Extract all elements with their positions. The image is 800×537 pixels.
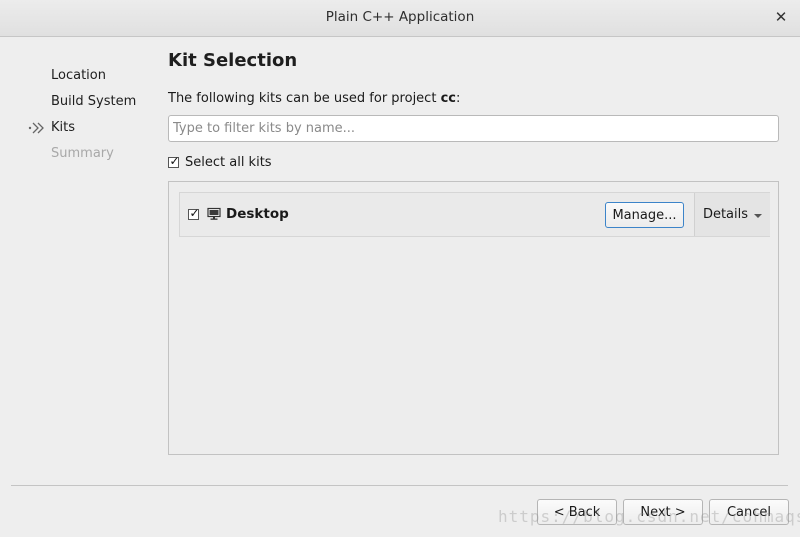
current-step-arrow-icon — [28, 122, 44, 134]
next-button[interactable]: Next > — [623, 499, 703, 525]
kit-checkbox[interactable]: ✓ — [188, 206, 200, 220]
footer-divider — [11, 485, 788, 486]
kit-row-desktop: ✓ Desktop Manage... Details — [179, 192, 770, 237]
project-name: cc — [440, 91, 456, 106]
select-all-label: Select all kits — [185, 154, 272, 170]
manage-button[interactable]: Manage... — [605, 202, 684, 228]
chevron-down-icon — [754, 213, 763, 218]
step-label: Summary — [51, 146, 114, 161]
details-dropdown[interactable]: Details — [694, 193, 770, 236]
description-suffix: : — [455, 91, 461, 106]
step-location: Location — [28, 66, 148, 92]
close-icon[interactable]: ✕ — [774, 9, 788, 25]
step-label: Location — [51, 68, 106, 83]
monitor-icon — [207, 207, 221, 220]
select-all-checkbox[interactable]: ✓ — [168, 153, 180, 168]
checkmark-icon: ✓ — [189, 206, 200, 220]
description-text: The following kits can be used for proje… — [168, 91, 441, 106]
step-label: Kits — [51, 120, 76, 135]
page-title: Kit Selection — [168, 50, 298, 71]
step-build-system: Build System — [28, 92, 148, 118]
kit-name: Desktop — [226, 206, 289, 222]
step-summary: Summary — [28, 144, 148, 170]
window-title: Plain C++ Application — [325, 9, 475, 25]
step-label: Build System — [51, 94, 137, 109]
description: The following kits can be used for proje… — [168, 91, 460, 106]
details-label: Details — [702, 207, 749, 222]
back-button[interactable]: < Back — [537, 499, 617, 525]
wizard-steps: Location Build System Kits Summary — [28, 66, 148, 170]
step-kits: Kits — [28, 118, 148, 144]
kits-panel: ✓ Desktop Manage... Details — [168, 181, 779, 455]
kit-filter-input[interactable] — [168, 115, 779, 142]
checkmark-icon: ✓ — [169, 153, 180, 168]
select-all-kits[interactable]: ✓ Select all kits — [168, 153, 272, 171]
title-bar: Plain C++ Application ✕ — [0, 0, 800, 37]
cancel-button[interactable]: Cancel — [709, 499, 789, 525]
